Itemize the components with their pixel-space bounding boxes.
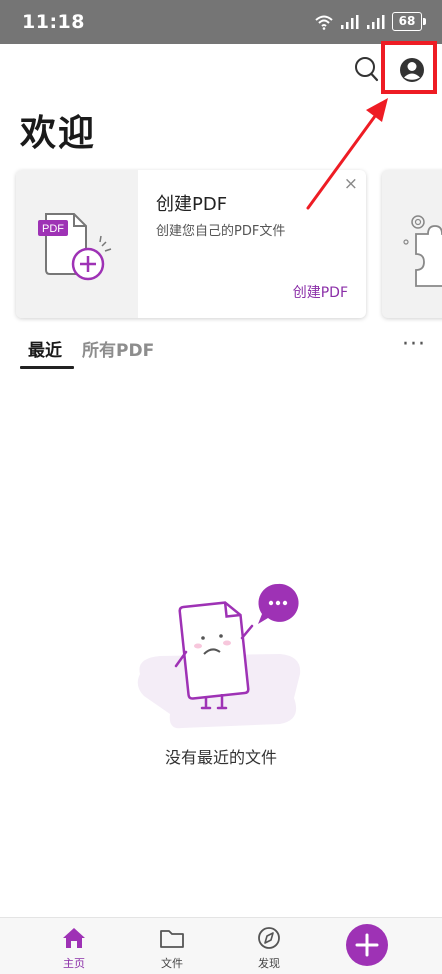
empty-state-message: 没有最近的文件 [164,748,277,767]
nav-files-label: 文件 [161,957,183,970]
add-button[interactable] [346,924,388,966]
annotation-highlight-box [381,41,437,94]
nav-home-label: 主页 [63,957,85,970]
plus-icon [355,933,379,957]
home-icon [63,928,85,948]
more-options-button[interactable]: ··· [402,332,426,357]
create-pdf-illustration: PDF [16,170,138,318]
search-button[interactable] [352,54,382,86]
status-time: 11:18 [22,11,85,33]
wifi-icon [315,15,333,30]
active-tab-indicator [20,366,74,369]
nav-home[interactable]: 主页 [44,926,104,971]
compass-icon [258,927,280,949]
card-description: 创建您自己的PDF文件 [156,224,286,239]
nav-discover[interactable]: 发现 [239,926,299,971]
battery-indicator: 68 [392,12,426,31]
top-actions [0,54,442,90]
status-bar: 11:18 68 [0,0,442,44]
nav-discover-label: 发现 [258,957,280,970]
signal-icon-2 [367,14,385,29]
folder-icon [160,930,184,948]
create-pdf-card[interactable]: PDF 创建PDF 创建您自己的PDF文件 创建PDF × [16,170,366,318]
puzzle-gear-icon: s [403,215,442,287]
pdf-label: PDF [42,223,64,235]
status-icons: 68 [314,12,426,31]
card-title: 创建PDF [156,194,228,215]
close-icon[interactable]: × [344,174,358,194]
tab-all-pdf[interactable]: 所有PDF [82,336,154,361]
page-title: 欢迎 [20,113,97,154]
signal-icon [341,14,359,29]
empty-state-illustration [130,578,310,738]
bottom-nav: 主页 文件 发现 [0,917,442,974]
search-icon [355,57,379,82]
nav-files[interactable]: 文件 [142,926,202,971]
create-pdf-link[interactable]: 创建PDF [293,282,348,302]
tools-card[interactable]: s [382,170,442,318]
tab-recent[interactable]: 最近 [28,336,62,361]
